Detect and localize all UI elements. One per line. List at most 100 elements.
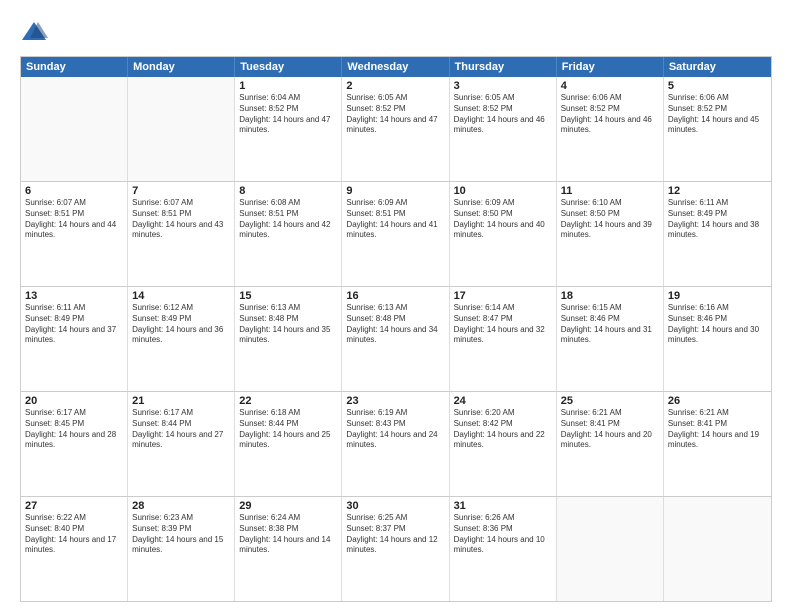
day-number: 19 (668, 290, 767, 302)
day-number: 17 (454, 290, 552, 302)
day-number: 3 (454, 80, 552, 92)
day-number: 18 (561, 290, 659, 302)
day-number: 11 (561, 185, 659, 197)
day-number: 24 (454, 395, 552, 407)
day-info: Sunrise: 6:09 AM Sunset: 8:51 PM Dayligh… (346, 198, 444, 241)
day-info: Sunrise: 6:13 AM Sunset: 8:48 PM Dayligh… (346, 303, 444, 346)
day-info: Sunrise: 6:15 AM Sunset: 8:46 PM Dayligh… (561, 303, 659, 346)
calendar-week-1: 1Sunrise: 6:04 AM Sunset: 8:52 PM Daylig… (21, 77, 771, 181)
calendar-day-9: 9Sunrise: 6:09 AM Sunset: 8:51 PM Daylig… (342, 182, 449, 286)
calendar-empty-cell (128, 77, 235, 181)
day-number: 10 (454, 185, 552, 197)
day-number: 15 (239, 290, 337, 302)
day-info: Sunrise: 6:05 AM Sunset: 8:52 PM Dayligh… (346, 93, 444, 136)
calendar-day-24: 24Sunrise: 6:20 AM Sunset: 8:42 PM Dayli… (450, 392, 557, 496)
day-number: 26 (668, 395, 767, 407)
calendar-day-10: 10Sunrise: 6:09 AM Sunset: 8:50 PM Dayli… (450, 182, 557, 286)
day-number: 16 (346, 290, 444, 302)
calendar-day-8: 8Sunrise: 6:08 AM Sunset: 8:51 PM Daylig… (235, 182, 342, 286)
header-day-tuesday: Tuesday (235, 57, 342, 77)
day-info: Sunrise: 6:13 AM Sunset: 8:48 PM Dayligh… (239, 303, 337, 346)
header-day-sunday: Sunday (21, 57, 128, 77)
calendar: SundayMondayTuesdayWednesdayThursdayFrid… (20, 56, 772, 602)
calendar-day-15: 15Sunrise: 6:13 AM Sunset: 8:48 PM Dayli… (235, 287, 342, 391)
calendar-day-21: 21Sunrise: 6:17 AM Sunset: 8:44 PM Dayli… (128, 392, 235, 496)
header-day-monday: Monday (128, 57, 235, 77)
day-info: Sunrise: 6:19 AM Sunset: 8:43 PM Dayligh… (346, 408, 444, 451)
day-info: Sunrise: 6:20 AM Sunset: 8:42 PM Dayligh… (454, 408, 552, 451)
calendar-day-23: 23Sunrise: 6:19 AM Sunset: 8:43 PM Dayli… (342, 392, 449, 496)
day-info: Sunrise: 6:14 AM Sunset: 8:47 PM Dayligh… (454, 303, 552, 346)
calendar-day-19: 19Sunrise: 6:16 AM Sunset: 8:46 PM Dayli… (664, 287, 771, 391)
day-info: Sunrise: 6:11 AM Sunset: 8:49 PM Dayligh… (668, 198, 767, 241)
day-info: Sunrise: 6:24 AM Sunset: 8:38 PM Dayligh… (239, 513, 337, 556)
day-number: 12 (668, 185, 767, 197)
day-info: Sunrise: 6:25 AM Sunset: 8:37 PM Dayligh… (346, 513, 444, 556)
day-info: Sunrise: 6:10 AM Sunset: 8:50 PM Dayligh… (561, 198, 659, 241)
day-info: Sunrise: 6:11 AM Sunset: 8:49 PM Dayligh… (25, 303, 123, 346)
day-info: Sunrise: 6:09 AM Sunset: 8:50 PM Dayligh… (454, 198, 552, 241)
header-day-wednesday: Wednesday (342, 57, 449, 77)
day-number: 4 (561, 80, 659, 92)
day-info: Sunrise: 6:05 AM Sunset: 8:52 PM Dayligh… (454, 93, 552, 136)
calendar-day-5: 5Sunrise: 6:06 AM Sunset: 8:52 PM Daylig… (664, 77, 771, 181)
day-info: Sunrise: 6:04 AM Sunset: 8:52 PM Dayligh… (239, 93, 337, 136)
calendar-week-4: 20Sunrise: 6:17 AM Sunset: 8:45 PM Dayli… (21, 391, 771, 496)
day-info: Sunrise: 6:22 AM Sunset: 8:40 PM Dayligh… (25, 513, 123, 556)
day-number: 8 (239, 185, 337, 197)
day-number: 23 (346, 395, 444, 407)
day-info: Sunrise: 6:06 AM Sunset: 8:52 PM Dayligh… (561, 93, 659, 136)
calendar-day-6: 6Sunrise: 6:07 AM Sunset: 8:51 PM Daylig… (21, 182, 128, 286)
calendar-day-4: 4Sunrise: 6:06 AM Sunset: 8:52 PM Daylig… (557, 77, 664, 181)
calendar-day-13: 13Sunrise: 6:11 AM Sunset: 8:49 PM Dayli… (21, 287, 128, 391)
header-day-saturday: Saturday (664, 57, 771, 77)
day-number: 21 (132, 395, 230, 407)
day-number: 2 (346, 80, 444, 92)
day-info: Sunrise: 6:12 AM Sunset: 8:49 PM Dayligh… (132, 303, 230, 346)
calendar-day-28: 28Sunrise: 6:23 AM Sunset: 8:39 PM Dayli… (128, 497, 235, 601)
calendar-day-20: 20Sunrise: 6:17 AM Sunset: 8:45 PM Dayli… (21, 392, 128, 496)
page: SundayMondayTuesdayWednesdayThursdayFrid… (0, 0, 792, 612)
calendar-week-2: 6Sunrise: 6:07 AM Sunset: 8:51 PM Daylig… (21, 181, 771, 286)
day-number: 14 (132, 290, 230, 302)
day-number: 9 (346, 185, 444, 197)
calendar-day-11: 11Sunrise: 6:10 AM Sunset: 8:50 PM Dayli… (557, 182, 664, 286)
day-info: Sunrise: 6:16 AM Sunset: 8:46 PM Dayligh… (668, 303, 767, 346)
calendar-day-26: 26Sunrise: 6:21 AM Sunset: 8:41 PM Dayli… (664, 392, 771, 496)
logo-icon (20, 18, 48, 46)
day-number: 20 (25, 395, 123, 407)
day-number: 1 (239, 80, 337, 92)
day-number: 27 (25, 500, 123, 512)
header (20, 18, 772, 46)
calendar-day-14: 14Sunrise: 6:12 AM Sunset: 8:49 PM Dayli… (128, 287, 235, 391)
logo (20, 18, 53, 46)
day-number: 28 (132, 500, 230, 512)
header-day-thursday: Thursday (450, 57, 557, 77)
calendar-header: SundayMondayTuesdayWednesdayThursdayFrid… (21, 57, 771, 77)
header-day-friday: Friday (557, 57, 664, 77)
day-number: 13 (25, 290, 123, 302)
calendar-day-25: 25Sunrise: 6:21 AM Sunset: 8:41 PM Dayli… (557, 392, 664, 496)
day-info: Sunrise: 6:17 AM Sunset: 8:45 PM Dayligh… (25, 408, 123, 451)
day-number: 25 (561, 395, 659, 407)
day-number: 22 (239, 395, 337, 407)
day-info: Sunrise: 6:18 AM Sunset: 8:44 PM Dayligh… (239, 408, 337, 451)
calendar-day-29: 29Sunrise: 6:24 AM Sunset: 8:38 PM Dayli… (235, 497, 342, 601)
day-number: 30 (346, 500, 444, 512)
calendar-body: 1Sunrise: 6:04 AM Sunset: 8:52 PM Daylig… (21, 77, 771, 601)
calendar-week-5: 27Sunrise: 6:22 AM Sunset: 8:40 PM Dayli… (21, 496, 771, 601)
day-info: Sunrise: 6:26 AM Sunset: 8:36 PM Dayligh… (454, 513, 552, 556)
day-number: 29 (239, 500, 337, 512)
calendar-day-27: 27Sunrise: 6:22 AM Sunset: 8:40 PM Dayli… (21, 497, 128, 601)
day-info: Sunrise: 6:08 AM Sunset: 8:51 PM Dayligh… (239, 198, 337, 241)
day-number: 31 (454, 500, 552, 512)
calendar-week-3: 13Sunrise: 6:11 AM Sunset: 8:49 PM Dayli… (21, 286, 771, 391)
day-info: Sunrise: 6:23 AM Sunset: 8:39 PM Dayligh… (132, 513, 230, 556)
day-number: 6 (25, 185, 123, 197)
day-info: Sunrise: 6:06 AM Sunset: 8:52 PM Dayligh… (668, 93, 767, 136)
calendar-day-1: 1Sunrise: 6:04 AM Sunset: 8:52 PM Daylig… (235, 77, 342, 181)
calendar-empty-cell (21, 77, 128, 181)
day-info: Sunrise: 6:07 AM Sunset: 8:51 PM Dayligh… (132, 198, 230, 241)
day-info: Sunrise: 6:07 AM Sunset: 8:51 PM Dayligh… (25, 198, 123, 241)
day-number: 7 (132, 185, 230, 197)
